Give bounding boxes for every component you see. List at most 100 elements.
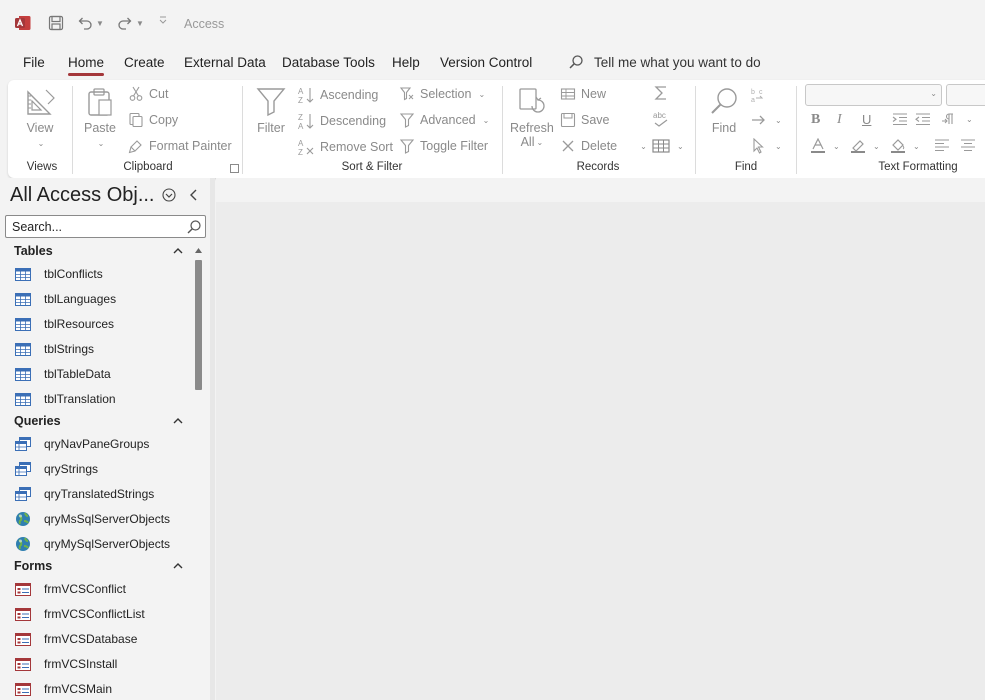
nav-item-passthrough-query[interactable]: qryMsSqlServerObjects: [14, 508, 184, 530]
chevron-down-icon: ▼: [96, 18, 104, 28]
nav-search-input[interactable]: [6, 216, 181, 237]
tab-version-control[interactable]: Version Control: [440, 55, 532, 70]
nav-item-query[interactable]: qryTranslatedStrings: [14, 483, 184, 505]
advanced-button[interactable]: Advanced ⌄: [399, 112, 489, 128]
increase-indent-button[interactable]: [892, 112, 908, 126]
redo-icon: [118, 17, 132, 30]
selection-filter-icon: [399, 87, 414, 101]
selection-button[interactable]: Selection ⌄: [399, 86, 485, 102]
nav-item-label: tblLanguages: [44, 292, 117, 306]
goto-button[interactable]: ⌄: [750, 112, 782, 128]
search-icon: [569, 55, 583, 69]
align-center-button[interactable]: [960, 138, 976, 152]
font-size-combo[interactable]: [946, 84, 985, 106]
descending-button[interactable]: ZA Descending: [297, 112, 386, 130]
nav-item-form[interactable]: frmVCSConflict: [14, 578, 184, 600]
nav-item-label: frmVCSMain: [44, 682, 113, 696]
copy-button[interactable]: Copy: [128, 112, 178, 128]
nav-pane-title[interactable]: All Access Obj...: [10, 184, 155, 207]
new-record-button[interactable]: New: [560, 86, 606, 102]
save-quick-button[interactable]: [47, 14, 65, 32]
search-icon[interactable]: [186, 219, 202, 235]
table-icon: [14, 266, 32, 282]
fill-color-button[interactable]: ⌄: [890, 138, 920, 154]
globe-icon: [14, 536, 32, 552]
select-button[interactable]: ⌄: [750, 138, 782, 154]
font-color-button[interactable]: ⌄: [810, 138, 840, 154]
refresh-all-button[interactable]: Refresh All ⌄: [510, 86, 554, 149]
view-button[interactable]: View ⌄: [24, 86, 56, 148]
chevron-down-icon: ⌄: [97, 139, 105, 148]
redo-button[interactable]: ▼: [116, 14, 144, 32]
tab-external-data[interactable]: External Data: [184, 55, 266, 70]
undo-button[interactable]: ▼: [76, 14, 104, 32]
nav-item-form[interactable]: frmVCSConflictList: [14, 603, 184, 625]
nav-item-table[interactable]: tblTranslation: [14, 388, 184, 410]
group-divider: [242, 86, 243, 174]
replace-button[interactable]: bca: [750, 86, 768, 104]
customize-qat-button[interactable]: [158, 14, 168, 26]
spelling-button[interactable]: abc: [652, 110, 670, 128]
remove-sort-button[interactable]: AZ Remove Sort: [297, 138, 393, 156]
find-button[interactable]: Find: [708, 86, 740, 135]
nav-item-query[interactable]: qryNavPaneGroups: [14, 433, 184, 455]
tab-home[interactable]: Home: [68, 55, 105, 76]
forms-section-label: Forms: [14, 559, 53, 573]
font-name-combo[interactable]: ⌄: [805, 84, 942, 106]
copy-label: Copy: [149, 113, 179, 127]
clipboard-launcher-icon[interactable]: [230, 164, 239, 173]
nav-item-table[interactable]: tblTableData: [14, 363, 184, 385]
tell-me-search[interactable]: Tell me what you want to do: [568, 54, 761, 70]
nav-item-form[interactable]: frmVCSDatabase: [14, 628, 184, 650]
tab-create[interactable]: Create: [124, 55, 165, 70]
scroll-up-arrow-icon[interactable]: [194, 246, 203, 254]
nav-item-table[interactable]: tblLanguages: [14, 288, 184, 310]
advanced-label: Advanced: [420, 113, 476, 127]
paste-icon: [88, 88, 112, 116]
underline-button[interactable]: U: [862, 112, 871, 127]
document-workspace: [216, 178, 985, 700]
tab-help[interactable]: Help: [392, 55, 420, 70]
italic-button[interactable]: I: [837, 112, 842, 128]
paragraph-direction-button[interactable]: ⌄: [941, 112, 973, 126]
forms-section-header[interactable]: Forms: [14, 559, 184, 573]
tab-database-tools[interactable]: Database Tools: [282, 55, 375, 70]
chevron-down-icon: ⌄: [775, 115, 782, 125]
more-records-button[interactable]: ⌄: [652, 138, 684, 154]
refresh-all-label: All: [520, 135, 535, 149]
nav-pane-splitter[interactable]: [210, 178, 215, 700]
highlight-button[interactable]: ⌄: [850, 138, 880, 154]
chevron-left-icon[interactable]: [188, 188, 200, 202]
scrollbar-thumb[interactable]: [195, 260, 202, 390]
align-left-button[interactable]: [934, 138, 950, 152]
tab-file[interactable]: File: [23, 55, 45, 70]
filter-button[interactable]: Filter: [256, 86, 286, 135]
toggle-filter-button[interactable]: Toggle Filter: [399, 138, 488, 154]
cut-button[interactable]: Cut: [128, 86, 168, 102]
queries-section-header[interactable]: Queries: [14, 414, 184, 428]
nav-item-passthrough-query[interactable]: qryMySqlServerObjects: [14, 533, 184, 555]
nav-pane-scrollbar[interactable]: [193, 244, 204, 700]
refresh-all-dropdown: All ⌄: [521, 135, 544, 149]
nav-item-form[interactable]: frmVCSMain: [14, 678, 184, 700]
chevron-down-icon: ⌄: [775, 141, 782, 151]
nav-search-box[interactable]: [5, 215, 206, 238]
refresh-icon: [519, 88, 545, 113]
nav-item-table[interactable]: tblResources: [14, 313, 184, 335]
delete-record-button[interactable]: Delete ⌄: [560, 138, 647, 154]
nav-item-query[interactable]: qryStrings: [14, 458, 184, 480]
format-painter-button[interactable]: Format Painter: [128, 138, 232, 154]
tables-section-header[interactable]: Tables: [14, 244, 184, 258]
bold-button[interactable]: B: [811, 112, 820, 128]
nav-item-form[interactable]: frmVCSInstall: [14, 653, 184, 675]
save-record-button[interactable]: Save: [560, 112, 610, 128]
undo-icon: [78, 17, 92, 30]
nav-item-table[interactable]: tblConflicts: [14, 263, 184, 285]
navigation-pane: All Access Obj... Tables tblConflicts tb…: [0, 178, 210, 700]
paste-button[interactable]: Paste ⌄: [84, 86, 116, 148]
totals-button[interactable]: [652, 84, 670, 102]
decrease-indent-button[interactable]: [915, 112, 931, 126]
circle-chevron-down-icon[interactable]: [162, 188, 176, 202]
ascending-button[interactable]: AZ Ascending: [297, 86, 378, 104]
nav-item-table[interactable]: tblStrings: [14, 338, 184, 360]
